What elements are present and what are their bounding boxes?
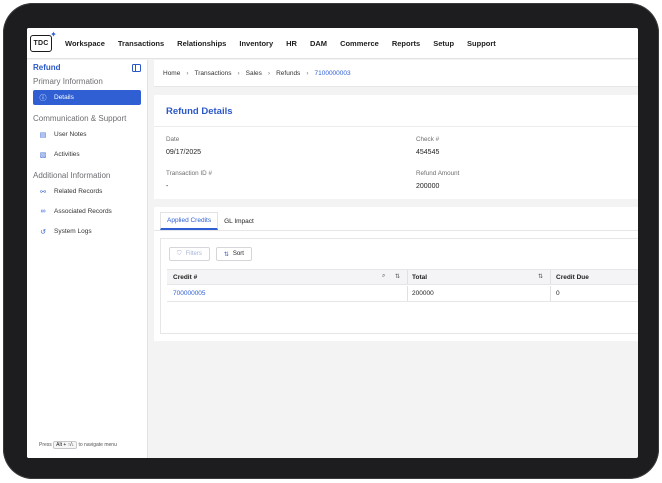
nav-item-relationships[interactable]: Relationships xyxy=(177,39,226,48)
refund-amount-label: Refund Amount xyxy=(416,170,460,177)
nav-item-hr[interactable]: HR xyxy=(286,39,297,48)
top-navigation-bar: TDC ✦ Workspace Transactions Relationshi… xyxy=(27,28,638,59)
nav-item-reports[interactable]: Reports xyxy=(392,39,420,48)
keyboard-navigation-hint: Press Alt + ↑/↓ to navigate menu xyxy=(39,441,117,449)
section-additional-information: Additional Information xyxy=(33,171,111,180)
check-number-label: Check # xyxy=(416,136,440,143)
sidebar-header: Refund xyxy=(27,60,147,75)
breadcrumb-refunds[interactable]: Refunds xyxy=(276,70,300,77)
hint-suffix: to navigate menu xyxy=(78,442,117,448)
sidebar-item-label: Associated Records xyxy=(54,208,112,215)
date-label: Date xyxy=(166,136,180,143)
chevron-right-icon: › xyxy=(306,69,309,77)
breadcrumb: Home › Transactions › Sales › Refunds › … xyxy=(154,60,638,87)
breadcrumb-home[interactable]: Home xyxy=(163,70,180,77)
sidebar-item-activities[interactable]: ▧ Activities xyxy=(33,147,141,162)
tab-bar: Applied Credits GL Impact xyxy=(160,212,260,230)
tab-applied-credits[interactable]: Applied Credits xyxy=(160,212,219,230)
sidebar-item-related-records[interactable]: ⚯ Related Records xyxy=(33,184,141,199)
sidebar-item-system-logs[interactable]: ↺ System Logs xyxy=(33,224,141,239)
section-primary-information: Primary Information xyxy=(33,77,103,86)
sidebar-title: Refund xyxy=(33,63,61,72)
column-header-credit[interactable]: Credit # xyxy=(173,270,197,285)
nav-item-setup[interactable]: Setup xyxy=(433,39,454,48)
table-row: 700000005 200000 0 xyxy=(167,286,638,302)
table-header: Credit # ⌕ ⇅ Total ⇅ Credit Due xyxy=(167,269,638,285)
refund-details-card: Refund Details Date 09/17/2025 Check # 4… xyxy=(154,95,638,199)
sidebar-item-label: Details xyxy=(54,94,74,101)
nav-item-workspace[interactable]: Workspace xyxy=(65,39,105,48)
applied-credits-table: ⛉ Filters ⇅ Sort Credit # ⌕ ⇅ Total ⇅ Cr… xyxy=(160,238,638,334)
sidebar-item-label: System Logs xyxy=(54,228,92,235)
credit-number-link[interactable]: 700000005 xyxy=(173,286,206,301)
document-icon: ▧ xyxy=(39,151,47,159)
tablet-frame: TDC ✦ Workspace Transactions Relationshi… xyxy=(3,3,659,479)
refund-details-title: Refund Details xyxy=(166,106,233,117)
app-screen: TDC ✦ Workspace Transactions Relationshi… xyxy=(27,28,638,458)
filters-button[interactable]: ⛉ Filters xyxy=(169,247,210,261)
nav-item-inventory[interactable]: Inventory xyxy=(239,39,273,48)
refund-amount-value: 200000 xyxy=(416,183,440,190)
sidebar-item-label: Related Records xyxy=(54,188,103,195)
nav-item-transactions[interactable]: Transactions xyxy=(118,39,164,48)
column-header-credit-due[interactable]: Credit Due xyxy=(556,270,589,285)
column-separator xyxy=(407,286,408,301)
transaction-id-value: - xyxy=(166,183,169,190)
nav-item-commerce[interactable]: Commerce xyxy=(340,39,379,48)
share-icon: ∞ xyxy=(40,208,46,215)
check-number-value: 454545 xyxy=(416,149,440,156)
sort-icon: ⇅ xyxy=(223,251,229,258)
tdc-logo[interactable]: TDC ✦ xyxy=(30,30,57,52)
chevron-right-icon: › xyxy=(186,69,189,77)
main-content: Home › Transactions › Sales › Refunds › … xyxy=(148,60,638,458)
chevron-right-icon: › xyxy=(237,69,240,77)
sort-button[interactable]: ⇅ Sort xyxy=(215,247,252,261)
column-separator xyxy=(550,270,551,284)
applied-credits-card: Applied Credits GL Impact ⛉ Filters ⇅ So… xyxy=(154,207,638,341)
divider xyxy=(154,126,638,127)
total-cell: 200000 xyxy=(412,290,434,297)
credit-due-cell: 0 xyxy=(556,290,560,297)
column-header-total[interactable]: Total xyxy=(412,270,427,285)
nav-item-support[interactable]: Support xyxy=(467,39,496,48)
sparkle-icon: ✦ xyxy=(50,29,57,39)
sort-label: Sort xyxy=(232,251,244,257)
table-toolbar: ⛉ Filters ⇅ Sort xyxy=(169,247,258,261)
hint-prefix: Press xyxy=(39,442,52,448)
collapse-sidebar-icon[interactable] xyxy=(132,63,141,72)
breadcrumb-sales[interactable]: Sales xyxy=(246,70,262,77)
info-icon: ⓘ xyxy=(39,94,47,102)
filters-label: Filters xyxy=(185,251,202,257)
note-icon: ▤ xyxy=(39,131,47,139)
logo-text: TDC xyxy=(33,39,49,47)
history-icon: ↺ xyxy=(40,228,46,236)
sidebar-item-user-notes[interactable]: ▤ User Notes xyxy=(33,127,141,142)
tab-divider xyxy=(154,230,638,231)
sidebar-item-label: User Notes xyxy=(54,131,87,138)
chevron-right-icon: › xyxy=(267,69,271,77)
breadcrumb-current: 7100000003 xyxy=(314,69,351,77)
nav-item-dam[interactable]: DAM xyxy=(310,39,327,48)
hint-keys: Alt + ↑/↓ xyxy=(53,441,78,449)
link-icon: ⚯ xyxy=(40,188,46,196)
sidebar-item-details[interactable]: ⓘ Details xyxy=(33,90,141,105)
tab-gl-impact[interactable]: GL Impact xyxy=(218,212,260,230)
sidebar: Refund Primary Information ⓘ Details Com… xyxy=(27,60,148,458)
section-communication-support: Communication & Support xyxy=(33,114,127,123)
sidebar-item-associated-records[interactable]: ∞ Associated Records xyxy=(33,204,141,219)
column-separator xyxy=(550,286,551,301)
column-separator xyxy=(407,270,408,284)
date-value: 09/17/2025 xyxy=(166,149,202,156)
filter-icon: ⛉ xyxy=(177,250,182,257)
search-icon[interactable]: ⌕ xyxy=(382,273,385,280)
breadcrumb-transactions[interactable]: Transactions xyxy=(195,70,232,77)
sort-icon[interactable]: ⇅ xyxy=(538,273,543,280)
sort-icon[interactable]: ⇅ xyxy=(395,273,400,280)
transaction-id-label: Transaction ID # xyxy=(166,170,212,177)
sidebar-item-label: Activities xyxy=(54,151,80,158)
